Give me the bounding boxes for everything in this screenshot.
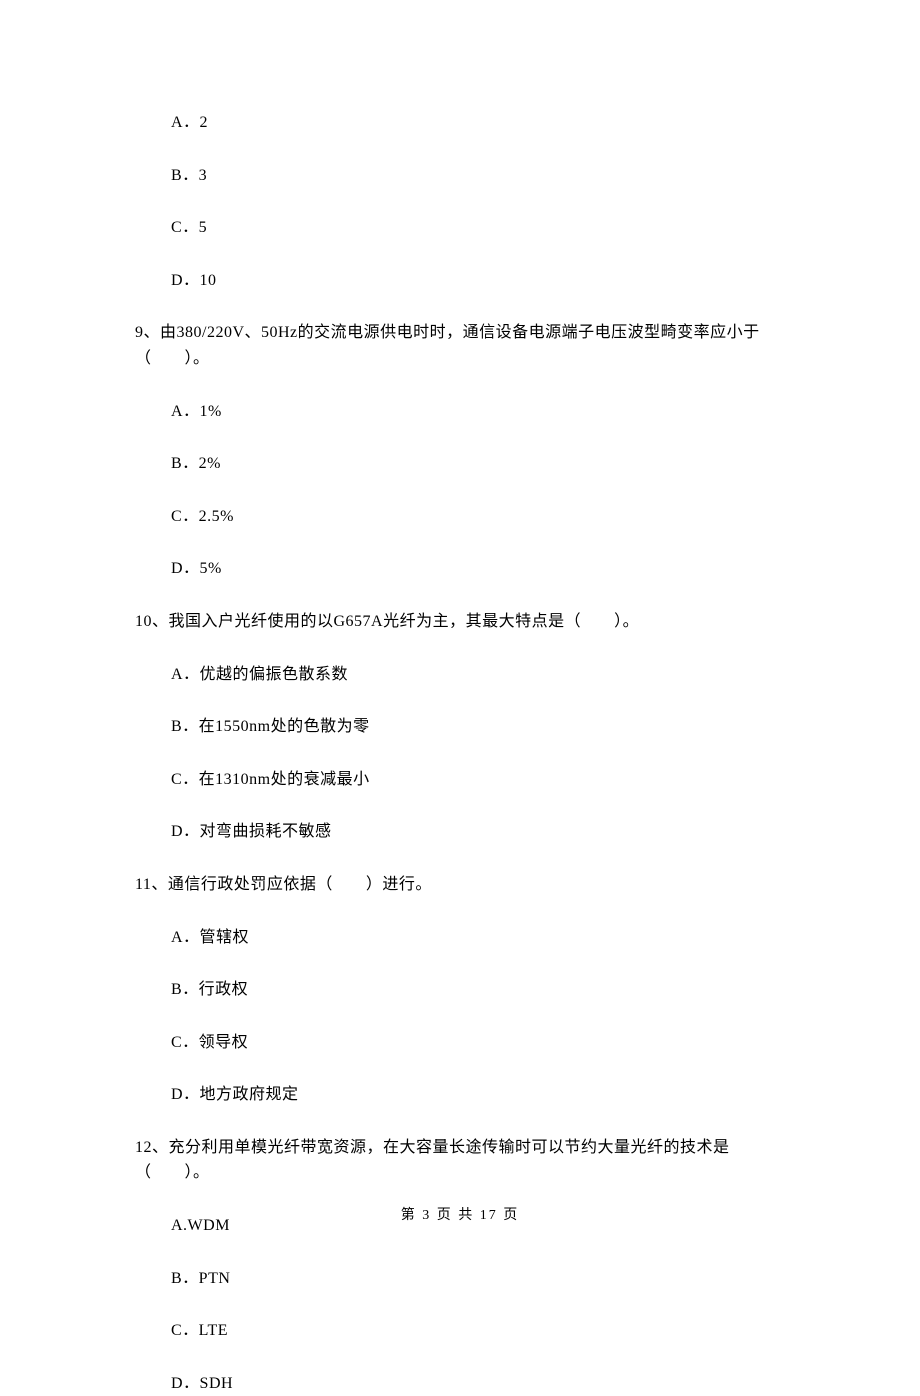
page-footer: 第 3 页 共 17 页 [0,1205,920,1227]
q8-option-c: C．5 [171,215,790,241]
q11-option-c: C．领导权 [171,1030,790,1056]
q9-option-a: A．1% [171,399,790,425]
question-9: 9、由380/220V、50Hz的交流电源供电时时，通信设备电源端子电压波型畸变… [135,320,790,371]
q11-option-a: A．管辖权 [171,925,790,951]
q11-option-d: D．地方政府规定 [171,1082,790,1108]
q10-option-a: A．优越的偏振色散系数 [171,662,790,688]
document-body: A．2 B．3 C．5 D．10 9、由380/220V、50Hz的交流电源供电… [0,0,920,1396]
q12-option-b: B．PTN [171,1266,790,1292]
q12-option-c: C．LTE [171,1318,790,1344]
q10-option-b: B．在1550nm处的色散为零 [171,714,790,740]
q9-option-b: B．2% [171,451,790,477]
q8-option-d: D．10 [171,268,790,294]
q10-option-c: C．在1310nm处的衰减最小 [171,767,790,793]
q9-option-c: C．2.5% [171,504,790,530]
q12-option-d: D．SDH [171,1371,790,1396]
q8-option-a: A．2 [171,110,790,136]
q11-option-b: B．行政权 [171,977,790,1003]
q8-option-b: B．3 [171,163,790,189]
question-12: 12、充分利用单模光纤带宽资源，在大容量长途传输时可以节约大量光纤的技术是（ ）… [135,1135,790,1186]
question-10: 10、我国入户光纤使用的以G657A光纤为主，其最大特点是（ ）。 [135,609,790,635]
q9-option-d: D．5% [171,556,790,582]
q10-option-d: D．对弯曲损耗不敏感 [171,819,790,845]
question-11: 11、通信行政处罚应依据（ ）进行。 [135,872,790,898]
